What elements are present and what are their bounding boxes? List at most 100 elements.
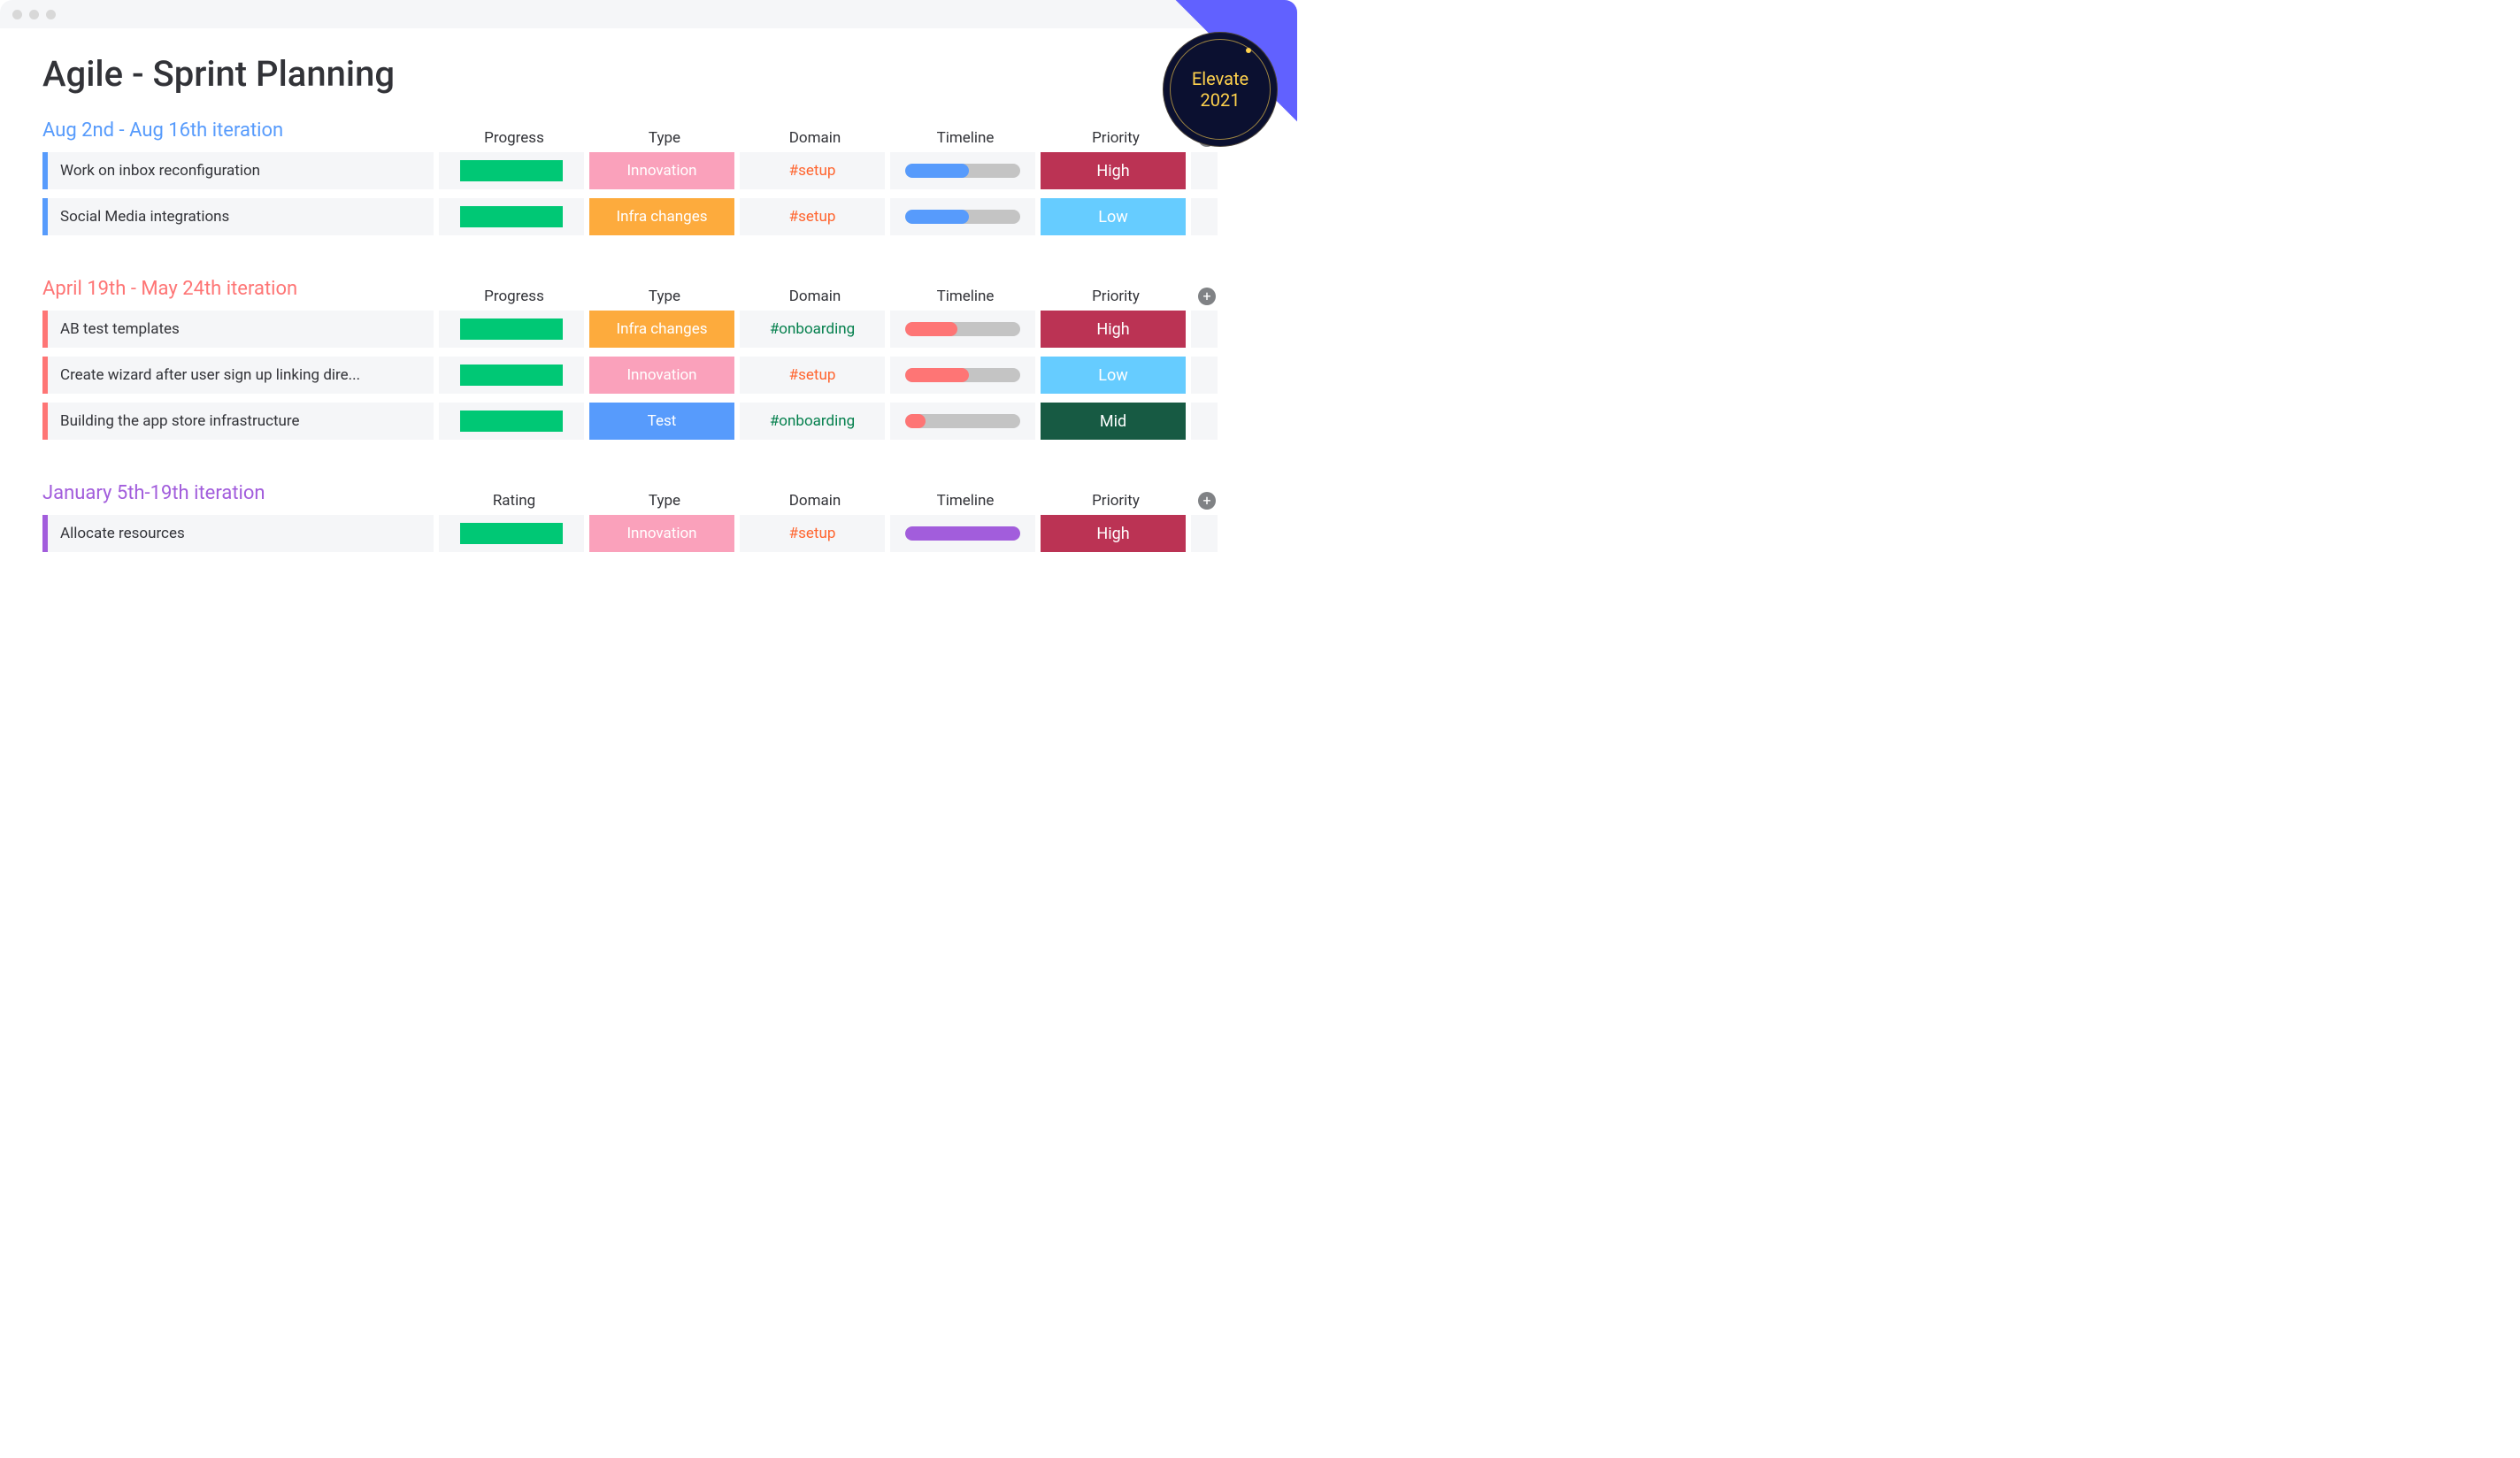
timeline-cell[interactable]	[890, 311, 1035, 348]
table-row[interactable]: Social Media integrationsInfra changes#s…	[42, 198, 1255, 235]
badge-orbit-dot-icon	[1246, 48, 1251, 53]
domain-cell[interactable]: #setup	[740, 515, 885, 552]
table-row[interactable]: AB test templatesInfra changes#onboardin…	[42, 311, 1255, 348]
column-header[interactable]: Timeline	[890, 288, 1041, 305]
progress-bar-icon	[460, 206, 563, 227]
page-title: Agile - Sprint Planning	[42, 53, 1255, 95]
row-cells: Infra changes#onboarding High	[439, 311, 1218, 348]
progress-bar-icon	[460, 364, 563, 386]
priority-cell[interactable]: Low	[1041, 198, 1186, 235]
timeline-fill-icon	[905, 210, 969, 224]
traffic-dot-close-icon[interactable]	[12, 10, 22, 19]
priority-cell[interactable]: High	[1041, 311, 1186, 348]
badge-line1: Elevate	[1192, 68, 1248, 89]
type-cell[interactable]: Infra changes	[589, 311, 734, 348]
domain-cell[interactable]: #onboarding	[740, 311, 885, 348]
timeline-track-icon	[905, 526, 1020, 541]
window-titlebar	[0, 0, 1297, 28]
column-header[interactable]: Progress	[439, 129, 589, 147]
domain-cell[interactable]: #onboarding	[740, 403, 885, 440]
row-cells: Innovation#setup Low	[439, 357, 1218, 394]
row-name-cell[interactable]: AB test templates	[42, 311, 434, 348]
timeline-cell[interactable]	[890, 357, 1035, 394]
priority-cell[interactable]: High	[1041, 515, 1186, 552]
progress-cell[interactable]	[439, 311, 584, 348]
domain-cell[interactable]: #setup	[740, 357, 885, 394]
timeline-cell[interactable]	[890, 515, 1035, 552]
row-cells: Infra changes#setup Low	[439, 198, 1218, 235]
table-row[interactable]: Building the app store infrastructure Tes…	[42, 403, 1255, 440]
progress-cell[interactable]	[439, 357, 584, 394]
group-title[interactable]: April 19th - May 24th iteration	[42, 278, 439, 305]
column-header[interactable]: Progress	[439, 288, 589, 305]
timeline-fill-icon	[905, 526, 1020, 541]
group: April 19th - May 24th iterationProgressT…	[42, 278, 1255, 440]
group-header: January 5th-19th iterationRatingTypeDoma…	[42, 482, 1255, 510]
column-header[interactable]: Type	[589, 129, 740, 147]
row-name-cell[interactable]: Allocate resources	[42, 515, 434, 552]
timeline-cell[interactable]	[890, 152, 1035, 189]
column-header[interactable]: Domain	[740, 129, 890, 147]
app-window: Elevate 2021 Agile - Sprint Planning Aug…	[0, 0, 1297, 729]
column-header[interactable]: Priority	[1041, 288, 1191, 305]
type-cell[interactable]: Innovation	[589, 515, 734, 552]
type-cell[interactable]: Infra changes	[589, 198, 734, 235]
column-header[interactable]: Priority	[1041, 129, 1191, 147]
elevate-badge: Elevate 2021	[1163, 32, 1278, 147]
progress-bar-icon	[460, 318, 563, 340]
board-content: Agile - Sprint Planning Aug 2nd - Aug 16…	[0, 28, 1297, 552]
row-cells: Innovation#setup High	[439, 515, 1218, 552]
timeline-track-icon	[905, 368, 1020, 382]
column-header[interactable]: Type	[589, 492, 740, 510]
domain-cell[interactable]: #setup	[740, 198, 885, 235]
traffic-dot-zoom-icon[interactable]	[46, 10, 56, 19]
group-title[interactable]: January 5th-19th iteration	[42, 482, 439, 510]
timeline-cell[interactable]	[890, 403, 1035, 440]
column-header[interactable]: Timeline	[890, 492, 1041, 510]
row-tail	[1191, 311, 1218, 348]
columns-header: ProgressTypeDomainTimelinePriority+	[439, 129, 1255, 147]
type-cell[interactable]: Innovation	[589, 152, 734, 189]
group: January 5th-19th iterationRatingTypeDoma…	[42, 482, 1255, 552]
group-rows: Work on inbox reconfigurationInnovation#…	[42, 152, 1255, 235]
priority-cell[interactable]: High	[1041, 152, 1186, 189]
column-header[interactable]: Type	[589, 288, 740, 305]
column-header[interactable]: Domain	[740, 492, 890, 510]
columns-header: ProgressTypeDomainTimelinePriority +	[439, 288, 1255, 305]
group-rows: AB test templatesInfra changes#onboardin…	[42, 311, 1255, 440]
traffic-lights	[12, 10, 56, 19]
priority-cell[interactable]: Mid	[1041, 403, 1186, 440]
group-title[interactable]: Aug 2nd - Aug 16th iteration	[42, 119, 439, 147]
column-header[interactable]: Domain	[740, 288, 890, 305]
domain-cell[interactable]: #setup	[740, 152, 885, 189]
row-tail	[1191, 357, 1218, 394]
timeline-fill-icon	[905, 322, 957, 336]
traffic-dot-minimize-icon[interactable]	[29, 10, 39, 19]
row-tail	[1191, 152, 1218, 189]
add-column-icon[interactable]: +	[1198, 288, 1216, 305]
add-column-icon[interactable]: +	[1198, 492, 1216, 510]
column-header[interactable]: Rating	[439, 492, 589, 510]
row-name-cell[interactable]: Building the app store infrastructure	[42, 403, 434, 440]
progress-cell[interactable]	[439, 515, 584, 552]
column-header[interactable]: Timeline	[890, 129, 1041, 147]
row-tail	[1191, 198, 1218, 235]
type-cell[interactable]: Innovation	[589, 357, 734, 394]
type-cell[interactable]: Test	[589, 403, 734, 440]
column-header[interactable]: Priority	[1041, 492, 1191, 510]
progress-cell[interactable]	[439, 152, 584, 189]
group: Aug 2nd - Aug 16th iterationProgressType…	[42, 119, 1255, 235]
row-name-cell[interactable]: Social Media integrations	[42, 198, 434, 235]
row-name-cell[interactable]: Create wizard after user sign up linking…	[42, 357, 434, 394]
table-row[interactable]: Work on inbox reconfigurationInnovation#…	[42, 152, 1255, 189]
progress-cell[interactable]	[439, 198, 584, 235]
row-cells: Innovation#setup High	[439, 152, 1218, 189]
timeline-fill-icon	[905, 414, 926, 428]
row-tail	[1191, 515, 1218, 552]
table-row[interactable]: Create wizard after user sign up linking…	[42, 357, 1255, 394]
row-name-cell[interactable]: Work on inbox reconfiguration	[42, 152, 434, 189]
progress-cell[interactable]	[439, 403, 584, 440]
priority-cell[interactable]: Low	[1041, 357, 1186, 394]
table-row[interactable]: Allocate resources Innovation#setup High	[42, 515, 1255, 552]
timeline-cell[interactable]	[890, 198, 1035, 235]
